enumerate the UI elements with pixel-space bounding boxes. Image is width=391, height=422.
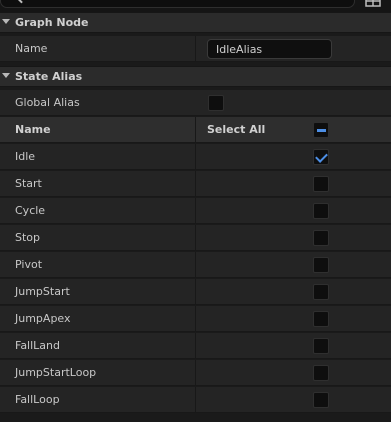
- state-row: JumpStartLoop: [0, 360, 391, 386]
- state-checkbox[interactable]: [313, 203, 329, 219]
- state-row: JumpStart: [0, 279, 391, 305]
- state-checkbox[interactable]: [313, 365, 329, 381]
- state-name: Start: [15, 177, 42, 190]
- state-name: Idle: [15, 150, 36, 163]
- settings-icon: [365, 0, 381, 7]
- state-row: FallLand: [0, 333, 391, 359]
- name-row: Name IdleAlias: [0, 36, 391, 62]
- state-checkbox[interactable]: [313, 311, 329, 327]
- state-name: JumpStartLoop: [15, 366, 97, 379]
- state-checkbox[interactable]: [313, 149, 329, 165]
- state-row: Stop: [0, 225, 391, 251]
- name-input[interactable]: IdleAlias: [207, 39, 332, 59]
- state-row: Pivot: [0, 252, 391, 278]
- settings-button[interactable]: [365, 0, 381, 8]
- state-checkbox[interactable]: [313, 176, 329, 192]
- column-divider[interactable]: [195, 279, 196, 304]
- column-divider[interactable]: [195, 171, 196, 196]
- state-row: Cycle: [0, 198, 391, 224]
- state-name: FallLoop: [15, 393, 60, 406]
- column-divider[interactable]: [195, 306, 196, 331]
- column-divider[interactable]: [195, 198, 196, 223]
- column-divider[interactable]: [195, 387, 196, 412]
- state-row: Idle: [0, 144, 391, 170]
- global-alias-label: Global Alias: [15, 96, 80, 109]
- search-strip: [0, 0, 391, 12]
- category-graph-node[interactable]: Graph Node: [0, 12, 391, 33]
- column-divider[interactable]: [195, 117, 196, 142]
- collapse-arrow-icon[interactable]: [2, 19, 10, 24]
- collapse-arrow-icon[interactable]: [2, 73, 10, 78]
- global-alias-checkbox[interactable]: [208, 95, 224, 111]
- category-title: State Alias: [15, 70, 83, 83]
- category-state-alias[interactable]: State Alias: [0, 66, 391, 87]
- state-checkbox[interactable]: [313, 392, 329, 408]
- state-checkbox[interactable]: [313, 338, 329, 354]
- category-title: Graph Node: [15, 16, 89, 29]
- search-input[interactable]: [0, 0, 355, 8]
- state-name: Stop: [15, 231, 41, 244]
- state-name: Cycle: [15, 204, 46, 217]
- column-divider[interactable]: [195, 225, 196, 250]
- state-row: FallLoop: [0, 387, 391, 413]
- state-checkbox[interactable]: [313, 230, 329, 246]
- column-divider[interactable]: [195, 36, 196, 61]
- column-divider[interactable]: [195, 360, 196, 385]
- select-all-label: Select All: [207, 123, 266, 136]
- state-checkbox[interactable]: [313, 257, 329, 273]
- column-divider[interactable]: [195, 333, 196, 358]
- state-name: JumpStart: [15, 285, 70, 298]
- name-column-header: Name: [15, 123, 51, 136]
- name-label: Name: [15, 42, 48, 55]
- state-row: Start: [0, 171, 391, 197]
- column-divider[interactable]: [195, 252, 196, 277]
- state-list-header: Name Select All: [0, 117, 391, 143]
- state-name: FallLand: [15, 339, 60, 352]
- state-checkbox[interactable]: [313, 284, 329, 300]
- state-name: Pivot: [15, 258, 43, 271]
- state-name: JumpApex: [15, 312, 71, 325]
- column-divider[interactable]: [195, 144, 196, 169]
- state-row: JumpApex: [0, 306, 391, 332]
- global-alias-row: Global Alias: [0, 90, 391, 116]
- select-all-checkbox[interactable]: [313, 122, 329, 138]
